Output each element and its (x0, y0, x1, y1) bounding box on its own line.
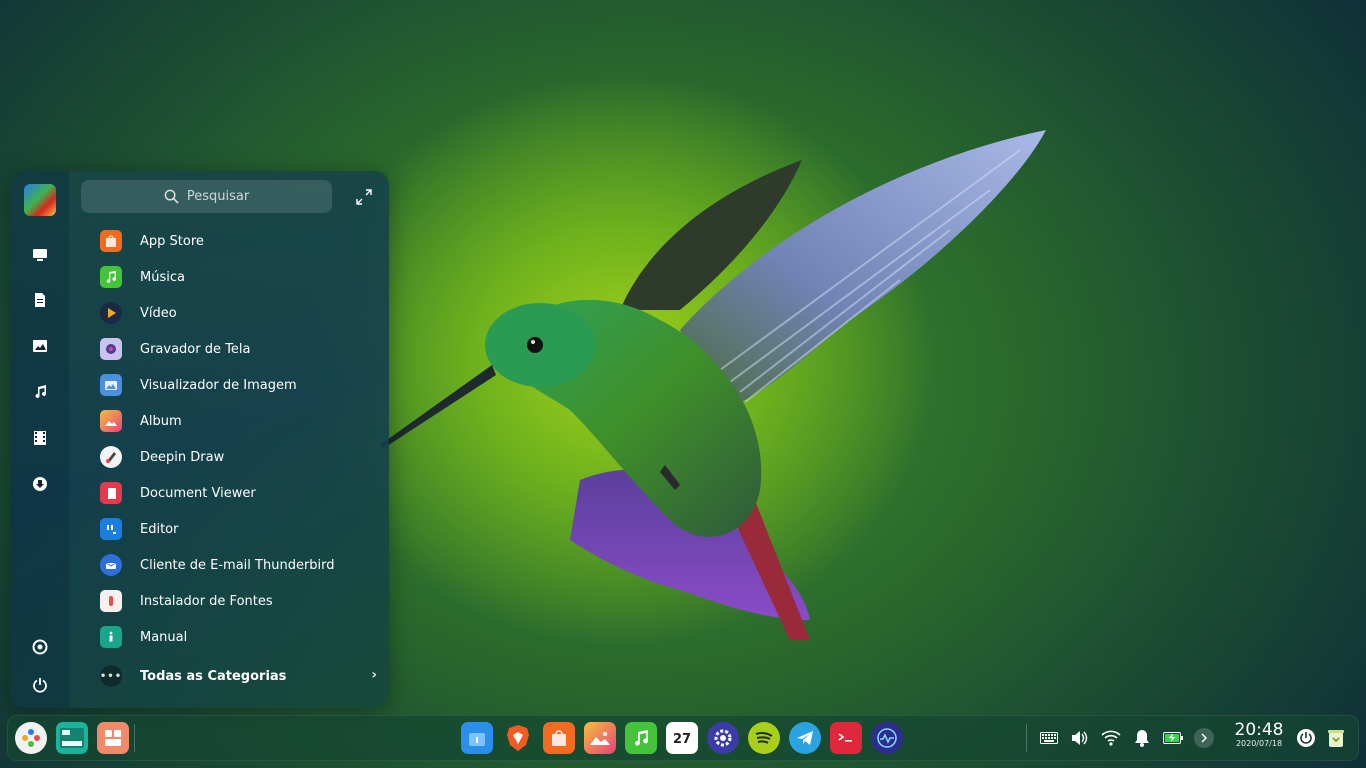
app-item-app-store[interactable]: App Store (91, 223, 381, 259)
app-label: Gravador de Tela (140, 341, 251, 357)
all-categories-button[interactable]: ••• Todas as Categorias › (91, 658, 381, 694)
clock[interactable]: 20:48 2020/07/18 (1234, 721, 1284, 749)
multitasking-icon[interactable] (56, 722, 88, 754)
app-item-manual[interactable]: Manual (91, 619, 381, 655)
video-icon[interactable] (26, 424, 54, 452)
app-item-visualizador-de-imagem[interactable]: Visualizador de Imagem (91, 367, 381, 403)
search-placeholder: Pesquisar (186, 189, 250, 204)
trash-icon[interactable] (1325, 727, 1347, 749)
app-item-document-viewer[interactable]: Document Viewer (91, 475, 381, 511)
workspaces-icon[interactable] (97, 722, 129, 754)
app-item-deepin-draw[interactable]: Deepin Draw (91, 439, 381, 475)
launcher-icon[interactable] (15, 722, 47, 754)
app-label: Manual (140, 629, 188, 645)
app-item-thunderbird[interactable]: Cliente de E-mail Thunderbird (91, 547, 381, 583)
file-manager-icon[interactable] (461, 722, 493, 754)
app-label: Música (140, 269, 185, 285)
chevron-right-icon: › (371, 667, 377, 683)
app-label: Editor (140, 521, 179, 537)
volume-icon[interactable] (1070, 728, 1090, 748)
app-label: Visualizador de Imagem (140, 377, 297, 393)
expand-tray-icon[interactable] (1194, 728, 1214, 748)
dock-separator (1026, 724, 1027, 752)
user-avatar-parrot-icon[interactable] (24, 184, 56, 216)
album-icon[interactable] (584, 722, 616, 754)
picture-icon[interactable] (26, 332, 54, 360)
search-icon (164, 189, 179, 204)
settings-icon[interactable] (26, 633, 54, 661)
music-icon[interactable] (26, 378, 54, 406)
system-monitor-icon[interactable] (871, 722, 903, 754)
app-item-musica[interactable]: Música (91, 259, 381, 295)
notifications-icon[interactable] (1132, 728, 1152, 748)
fullscreen-expand-icon[interactable] (355, 188, 373, 206)
editor-icon (100, 518, 122, 540)
manual-icon (100, 626, 122, 648)
video-app-icon (100, 302, 122, 324)
app-launcher: Pesquisar App Store Música Vídeo Gravado… (11, 171, 389, 708)
dock: 27 20:48 2020/07/18 (7, 715, 1359, 761)
screen-recorder-icon (100, 338, 122, 360)
document-icon[interactable] (26, 286, 54, 314)
telegram-icon[interactable] (789, 722, 821, 754)
app-item-editor[interactable]: Editor (91, 511, 381, 547)
keyboard-icon[interactable] (1039, 728, 1059, 748)
app-label: Document Viewer (140, 485, 256, 501)
album-icon (100, 410, 122, 432)
terminal-icon[interactable] (830, 722, 862, 754)
thunderbird-icon (100, 554, 122, 576)
battery-icon[interactable] (1163, 728, 1183, 748)
calendar-icon[interactable]: 27 (666, 722, 698, 754)
app-label: Instalador de Fontes (140, 593, 273, 609)
clock-date: 2020/07/18 (1235, 739, 1283, 748)
clock-time: 20:48 (1234, 720, 1284, 740)
search-input[interactable]: Pesquisar (81, 180, 332, 213)
music-app-icon[interactable] (625, 722, 657, 754)
brave-browser-icon[interactable] (502, 722, 534, 754)
app-item-video[interactable]: Vídeo (91, 295, 381, 331)
all-categories-label: Todas as Categorias (140, 668, 287, 684)
music-app-icon (100, 266, 122, 288)
deepin-draw-icon (100, 446, 122, 468)
computer-icon[interactable] (26, 241, 54, 269)
app-store-icon[interactable] (543, 722, 575, 754)
power-icon[interactable] (26, 671, 54, 699)
wifi-icon[interactable] (1101, 728, 1121, 748)
power-icon[interactable] (1295, 727, 1317, 749)
app-label: Deepin Draw (140, 449, 225, 465)
app-list: App Store Música Vídeo Gravador de Tela … (91, 223, 381, 655)
app-label: App Store (140, 233, 204, 249)
control-center-icon[interactable] (707, 722, 739, 754)
launcher-sidebar (11, 171, 69, 708)
dock-separator (134, 724, 135, 752)
app-item-instalador-de-fontes[interactable]: Instalador de Fontes (91, 583, 381, 619)
app-item-gravador-de-tela[interactable]: Gravador de Tela (91, 331, 381, 367)
app-item-album[interactable]: Album (91, 403, 381, 439)
app-label: Album (140, 413, 182, 429)
document-viewer-icon (100, 482, 122, 504)
app-store-icon (100, 230, 122, 252)
font-installer-icon (100, 590, 122, 612)
app-label: Vídeo (140, 305, 177, 321)
image-viewer-icon (100, 374, 122, 396)
spotify-icon[interactable] (748, 722, 780, 754)
calendar-day: 27 (672, 732, 692, 747)
wallpaper-hummingbird (380, 130, 1046, 640)
app-label: Cliente de E-mail Thunderbird (140, 557, 335, 573)
download-icon[interactable] (26, 470, 54, 498)
more-icon: ••• (100, 665, 122, 687)
